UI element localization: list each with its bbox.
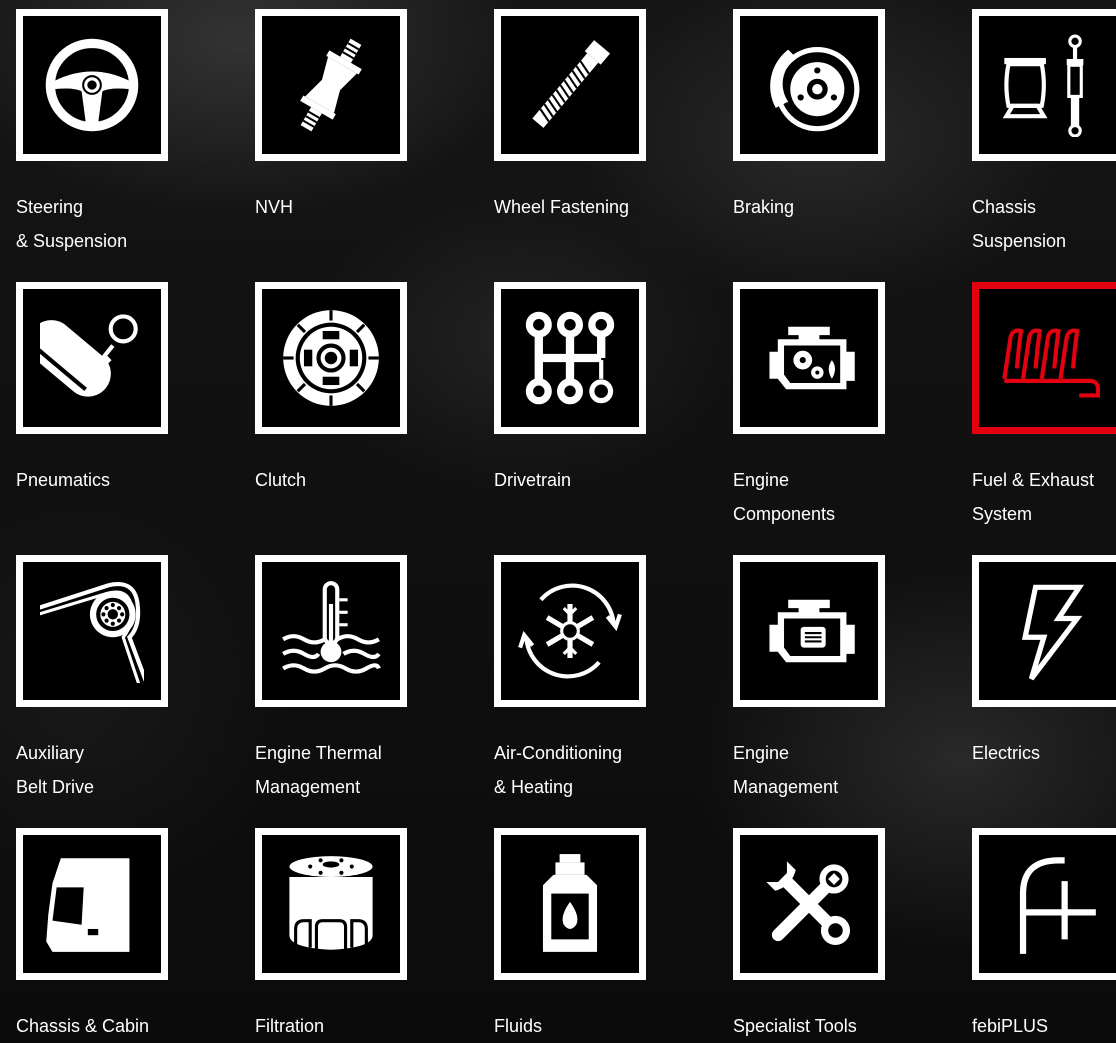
category-tile-pneumatics[interactable] [16,282,168,434]
category-label[interactable]: Wheel Fastening [494,190,694,224]
lightning-bolt-icon [1021,584,1085,681]
category-tile-steering-suspension[interactable] [16,9,168,161]
category-label[interactable]: Fuel & Exhaust System [972,463,1112,531]
category-tile-specialist-tools[interactable] [733,828,885,980]
category-label[interactable]: Chassis Suspension [972,190,1112,258]
category-label[interactable]: Engine Management [733,736,933,804]
clutch-disc-icon [283,310,379,406]
category-tile-chassis-cabin[interactable] [16,828,168,980]
category-label[interactable]: Steering & Suspension [16,190,216,258]
category-label[interactable]: Clutch [255,463,455,497]
category-tile-filtration[interactable] [255,828,407,980]
engine-gears-icon [769,326,855,390]
ac-heating-icon [518,583,622,679]
category-label[interactable]: Engine Components [733,463,933,531]
category-label[interactable]: febiPLUS [972,1009,1112,1043]
gear-shift-icon [525,311,615,405]
brake-disc-icon [770,47,860,132]
wheel-bolt-icon [532,40,611,128]
category-label[interactable]: Fluids [494,1009,694,1043]
category-label[interactable]: NVH [255,190,455,224]
category-tile-fluids[interactable] [494,828,646,980]
category-tile-engine-components[interactable] [733,282,885,434]
category-tile-braking[interactable] [733,9,885,161]
coolant-thermometer-icon [282,581,381,674]
category-label[interactable]: Pneumatics [16,463,216,497]
exhaust-manifold-icon [1002,328,1100,398]
category-tile-air-conditioning-heating[interactable] [494,555,646,707]
category-label[interactable]: Electrics [972,736,1112,770]
category-tile-chassis-suspension[interactable] [972,9,1116,161]
engine-management-icon [769,599,855,663]
category-label[interactable]: Specialist Tools [733,1009,933,1043]
category-tile-fuel-exhaust[interactable] [972,282,1116,434]
belt-pulley-icon [40,582,144,683]
category-tile-electrics[interactable] [972,555,1116,707]
category-tile-wheel-fastening[interactable] [494,9,646,161]
category-label[interactable]: Auxiliary Belt Drive [16,736,216,804]
category-tile-febiplus[interactable] [972,828,1116,980]
category-tile-drivetrain[interactable] [494,282,646,434]
category-tile-clutch[interactable] [255,282,407,434]
febiplus-logo-icon [1019,857,1096,954]
tools-icon [766,861,851,946]
category-tile-nvh[interactable] [255,9,407,161]
fluid-bottle-icon [542,854,598,952]
category-label[interactable]: Air-Conditioning & Heating [494,736,694,804]
category-label[interactable]: Chassis & Cabin [16,1009,216,1043]
oil-filter-icon [289,856,373,950]
truck-cabin-icon [46,858,130,952]
nvh-mount-icon [300,38,362,132]
category-label[interactable]: Drivetrain [494,463,694,497]
category-tile-engine-management[interactable] [733,555,885,707]
category-label[interactable]: Engine Thermal Management [255,736,455,804]
category-tile-auxiliary-belt-drive[interactable] [16,555,168,707]
pneumatic-tank-icon [40,314,138,397]
category-label[interactable]: Filtration [255,1009,455,1043]
category-tile-engine-thermal-management[interactable] [255,555,407,707]
category-label[interactable]: Braking [733,190,933,224]
air-spring-shock-icon [1002,34,1084,137]
steering-wheel-icon [45,38,139,132]
